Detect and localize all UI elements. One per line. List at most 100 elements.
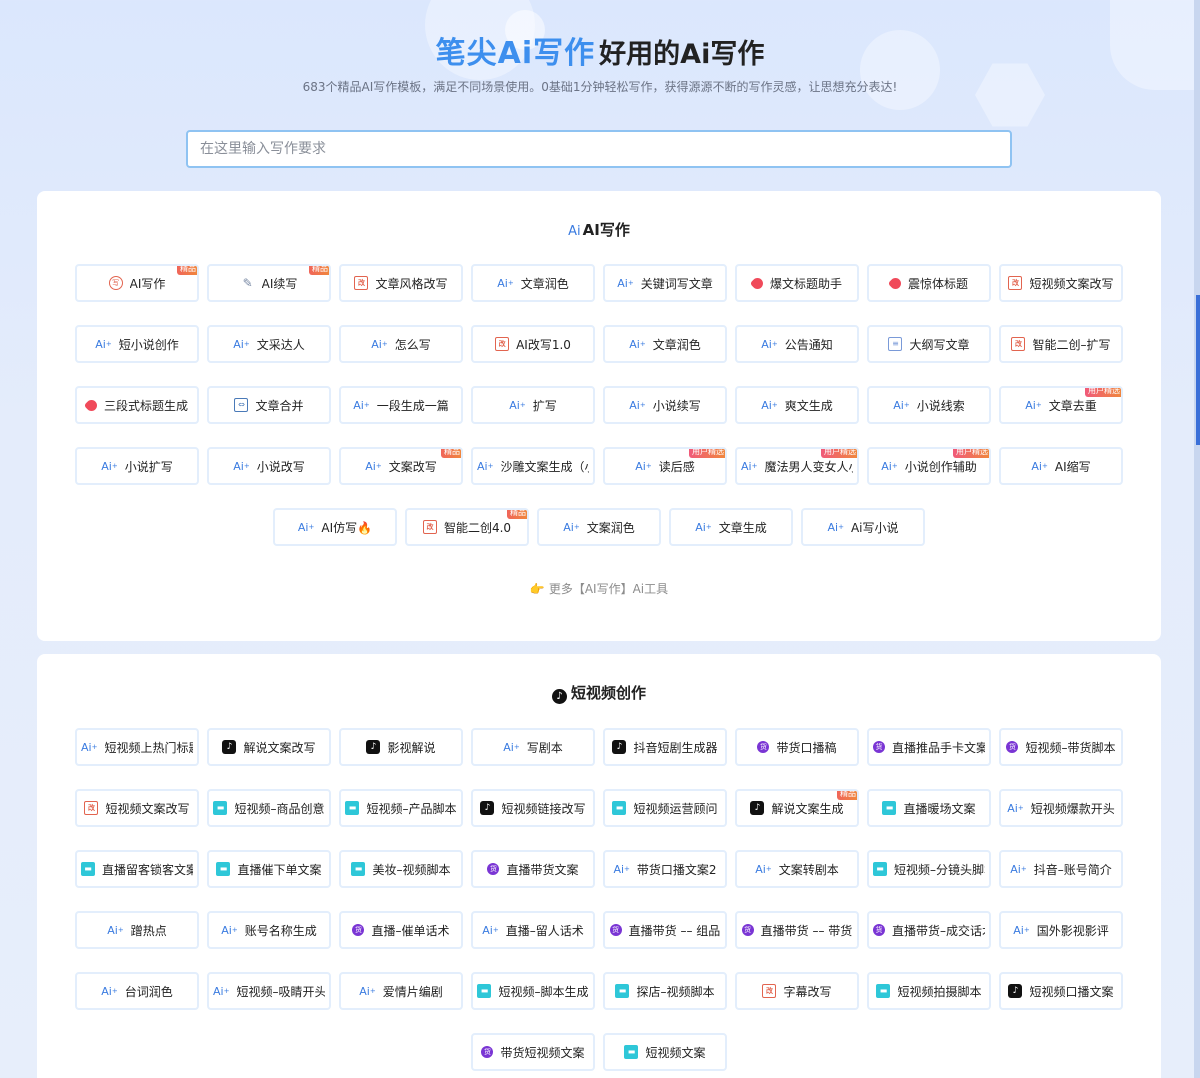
tool-item[interactable]: Ai + 直播–留人话术 [471,911,595,949]
tool-item[interactable]: 货短视频–带货脚本 [999,728,1123,766]
tool-item-label: 文案润色 [586,520,635,535]
tool-item[interactable]: ▬ 短视频–产品脚本 [339,789,463,827]
tool-item[interactable]: 改 AI改写1.0 [471,325,595,363]
tool-item[interactable]: Ai + 账号名称生成 [207,911,331,949]
tool-item[interactable]: 货直播带货 –– 组品 [603,911,727,949]
search-input[interactable] [186,130,1012,168]
tool-item[interactable]: ▬ 短视频–脚本生成 [471,972,595,1010]
ai-icon: Ai + [695,520,712,534]
tool-item[interactable]: Ai + 爽文生成 [735,386,859,424]
tool-item-label: Ai写小说 [850,520,899,535]
tool-item[interactable]: 货直播带货 –– 带货 [735,911,859,949]
tool-item[interactable]: Ai + 读后感 用户精选 [603,447,727,485]
tiktok-icon: ♪ [1008,984,1023,998]
tool-item[interactable]: Ai + Ai写小说 [801,508,925,546]
tool-item[interactable]: ▬ 直播暖场文案 [867,789,991,827]
tool-item-label: 直播–留人话术 [505,923,584,938]
more-tools-link[interactable]: 👉 更多【AI写作】Ai工具 [37,580,1161,597]
tool-item[interactable]: ≡ 大纲写文章 [867,325,991,363]
tool-item[interactable]: ▬ 短视频运营顾问 [603,789,727,827]
tool-item[interactable]: Ai + 台词润色 [75,972,199,1010]
tool-item[interactable]: Ai + 文章润色 [603,325,727,363]
tool-item-label: 文案改写 [388,459,437,474]
tool-item[interactable]: Ai + 扩写 [471,386,595,424]
tool-item[interactable]: ▬ 直播催下单文案 [207,850,331,888]
tool-item[interactable]: Ai + 怎么写 [339,325,463,363]
tool-item[interactable]: ♪ 影视解说 [339,728,463,766]
tool-item[interactable]: Ai + 文章润色 [471,264,595,302]
tool-item[interactable]: Ai + 小说扩写 [75,447,199,485]
tool-item[interactable]: 货带货口播稿 [735,728,859,766]
ai-icon: Ai + [213,984,230,998]
tool-item[interactable]: 改短视频文案改写 [75,789,199,827]
tool-item[interactable]: 震惊体标题 [867,264,991,302]
tool-item[interactable]: Ai + 蹭热点 [75,911,199,949]
tool-item[interactable]: ♪ 短视频口播文案 [999,972,1123,1010]
tool-item[interactable]: Ai + 小说线索 [867,386,991,424]
ai-icon: Ai + [81,740,98,754]
tool-item[interactable]: 货带货短视频文案 [471,1033,595,1071]
tool-item[interactable]: Ai + 文案润色 [537,508,661,546]
tool-item-label: 文章风格改写 [375,276,448,291]
tool-item[interactable]: 改短视频文案改写 [999,264,1123,302]
tool-item[interactable]: 改智能二创4.0 精品 [405,508,529,546]
tool-item-label: 影视解说 [387,740,436,755]
tool-item[interactable]: 货直播带货–成交话术 [867,911,991,949]
tool-item-label: 小说线索 [916,398,965,413]
ai-icon: Ai + [635,459,652,473]
tool-item[interactable]: ♪ 解说文案改写 [207,728,331,766]
tool-item[interactable]: Ai + 国外影视影评 [999,911,1123,949]
tool-item[interactable]: Ai + 抖音–账号简介 [999,850,1123,888]
tool-item[interactable]: Ai + 小说续写 [603,386,727,424]
tool-item[interactable]: ▬ 短视频文案 [603,1033,727,1071]
tool-item-label: 短视频运营顾问 [633,801,718,816]
tool-item[interactable]: 货直播–催单话术 [339,911,463,949]
tool-item[interactable]: ▬ 美妆–视频脚本 [339,850,463,888]
ai-icon: Ai + [893,398,910,412]
tool-item[interactable]: ▬ 探店–视频脚本 [603,972,727,1010]
tool-item[interactable]: 写 AI写作 精品 [75,264,199,302]
scrollbar-track[interactable] [1194,0,1200,1078]
tool-item[interactable]: ♪ 抖音短剧生成器 [603,728,727,766]
tool-item[interactable]: Ai + 短视频爆款开头 [999,789,1123,827]
tool-item[interactable]: Ai + 公告通知 [735,325,859,363]
tool-item[interactable]: Ai + 小说创作辅助 用户精选 [867,447,991,485]
tool-item[interactable]: ♪ 短视频链接改写 [471,789,595,827]
tool-item[interactable]: Ai + 沙雕文案生成（小 [471,447,595,485]
tool-item[interactable]: ▬ 短视频–分镜头脚本 [867,850,991,888]
tool-item[interactable]: ▬ 短视频拍摄脚本 [867,972,991,1010]
tool-item[interactable]: Ai + AI缩写 [999,447,1123,485]
tool-item[interactable]: Ai + 文章生成 [669,508,793,546]
tool-item[interactable]: 货直播推品手卡文案 [867,728,991,766]
tool-item[interactable]: 货直播带货文案 [471,850,595,888]
tool-item[interactable]: Ai + 文采达人 [207,325,331,363]
tool-item[interactable]: Ai + 文章去重 用户精选 [999,386,1123,424]
tool-item[interactable]: Ai + 文案改写 精品 [339,447,463,485]
tool-item[interactable]: Ai + 写剧本 [471,728,595,766]
tool-item[interactable]: Ai + 短视频上热门标题 [75,728,199,766]
tool-item-label: 账号名称生成 [244,923,317,938]
tool-item[interactable]: 改智能二创–扩写 [999,325,1123,363]
tool-item[interactable]: 改字幕改写 [735,972,859,1010]
tool-item[interactable]: ▬ 直播留客锁客文案 [75,850,199,888]
tool-item[interactable]: 改文章风格改写 [339,264,463,302]
tool-item[interactable]: 三段式标题生成 [75,386,199,424]
tool-item[interactable]: ⇔ 文章合并 [207,386,331,424]
tool-item[interactable]: Ai + 带货口播文案2 [603,850,727,888]
tool-item[interactable]: Ai + 短小说创作 [75,325,199,363]
tool-item[interactable]: Ai + 魔法男人变女人小 用户精选 [735,447,859,485]
tool-item[interactable]: ✎ AI续写 精品 [207,264,331,302]
tool-item[interactable]: Ai + 文案转剧本 [735,850,859,888]
tool-item[interactable]: Ai + 短视频–吸睛开头 [207,972,331,1010]
tool-item[interactable]: 爆文标题助手 [735,264,859,302]
tool-item-label: 带货口播稿 [776,740,837,755]
tool-item[interactable]: Ai + AI仿写🔥 [273,508,397,546]
tool-item-label: 短视频链接改写 [501,801,586,816]
scrollbar-thumb[interactable] [1196,295,1200,445]
tool-item[interactable]: ♪ 解说文案生成 精品 [735,789,859,827]
tool-item[interactable]: ▬ 短视频–商品创意 [207,789,331,827]
tool-item[interactable]: Ai + 爱情片编剧 [339,972,463,1010]
tool-item[interactable]: Ai + 小说改写 [207,447,331,485]
tool-item[interactable]: Ai + 关键词写文章 [603,264,727,302]
tool-item[interactable]: Ai + 一段生成一篇 [339,386,463,424]
